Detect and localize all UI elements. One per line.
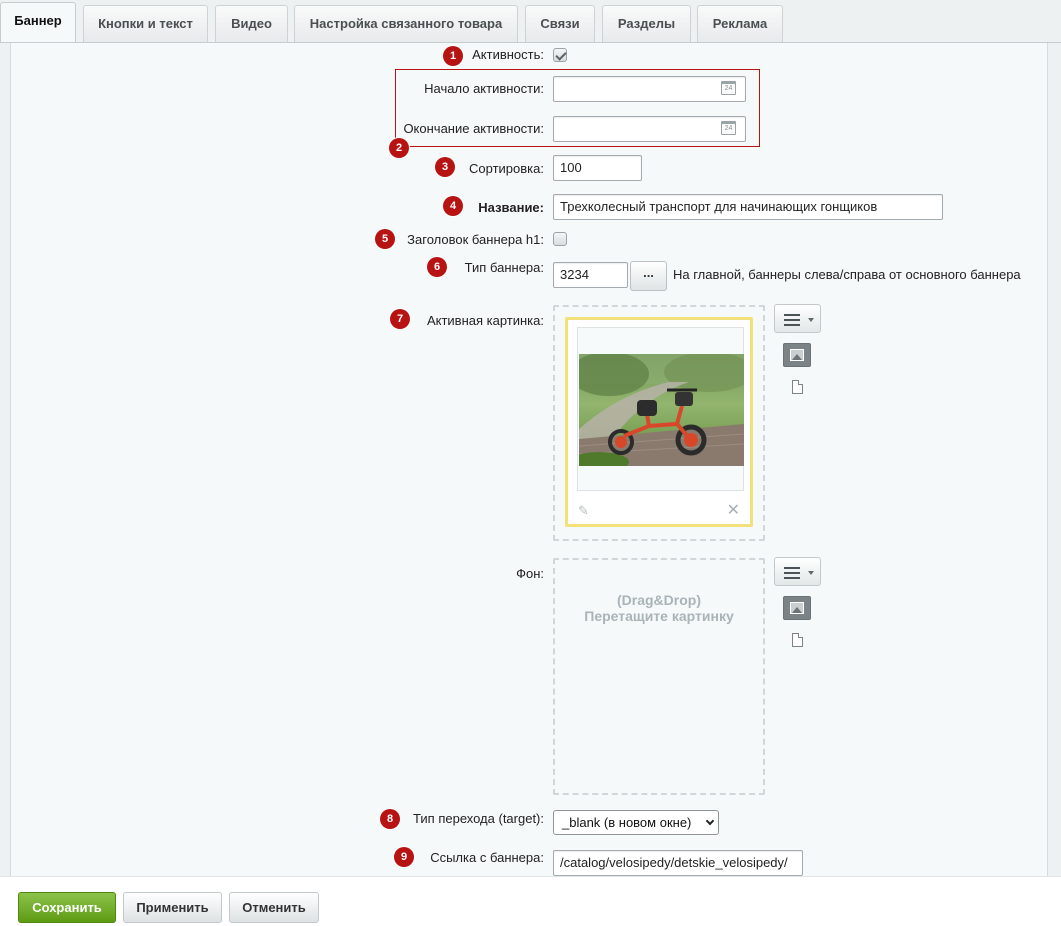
panel-left-edge (0, 43, 11, 877)
name-input[interactable]: Трехколесный транспорт для начинающих го… (553, 194, 943, 220)
file-icon[interactable] (792, 380, 803, 394)
link-input[interactable]: /catalog/velosipedy/detskie_velosipedy/ (553, 850, 803, 876)
chevron-down-icon (808, 318, 814, 322)
image-preview-frame (577, 327, 744, 491)
apply-button[interactable]: Применить (123, 892, 222, 923)
cancel-button[interactable]: Отменить (229, 892, 319, 923)
menu-icon (784, 314, 800, 329)
h1-checkbox[interactable] (553, 232, 567, 246)
end-activity-label: Окончание активности: (403, 121, 544, 136)
background-label: Фон: (516, 566, 544, 581)
name-label: Название: (478, 200, 544, 215)
sort-label: Сортировка: (469, 161, 544, 176)
menu-icon (784, 567, 800, 582)
tab-banner[interactable]: Баннер (0, 2, 76, 44)
target-select-value: _blank (в новом окне) (562, 815, 692, 830)
banner-type-select-button[interactable]: ... (630, 261, 667, 291)
dropzone-hint-line2: Перетащите картинку (584, 608, 734, 624)
active-image-label: Активная картинка: (426, 313, 544, 328)
tab-video[interactable]: Видео (215, 5, 288, 42)
badge-7: 7 (390, 309, 410, 329)
badge-9: 9 (394, 847, 414, 867)
chevron-down-icon (808, 571, 814, 575)
badge-2: 2 (389, 138, 409, 158)
banner-type-label: Тип баннера: (464, 260, 544, 275)
end-activity-input[interactable] (553, 116, 746, 142)
tab-related-product[interactable]: Настройка связанного товара (294, 5, 518, 42)
start-activity-label: Начало активности: (424, 81, 544, 96)
activity-label: Активность: (472, 47, 544, 62)
banner-type-description: На главной, баннеры слева/справа от осно… (673, 267, 1021, 282)
calendar-icon[interactable]: 24 (721, 121, 736, 135)
tab-bar: Баннер Кнопки и текст Видео Настройка св… (0, 0, 1061, 44)
image-icon[interactable] (783, 343, 811, 367)
dropzone-hint: (Drag&Drop) Перетащите картинку (555, 592, 763, 624)
tab-ads[interactable]: Реклама (697, 5, 783, 42)
footer-bar: Сохранить Применить Отменить (0, 876, 1061, 926)
h1-label: Заголовок баннера h1: (407, 232, 544, 247)
image-icon[interactable] (783, 596, 811, 620)
link-label: Ссылка с баннера: (430, 850, 544, 865)
tab-sections[interactable]: Разделы (602, 5, 691, 42)
start-activity-input[interactable] (553, 76, 746, 102)
pencil-icon[interactable]: ✎ (578, 503, 589, 519)
badge-8: 8 (380, 809, 400, 829)
tab-buttons-text[interactable]: Кнопки и текст (83, 5, 208, 42)
background-menu-button[interactable] (774, 557, 821, 586)
activity-checkbox[interactable] (553, 48, 567, 62)
tricycle-photo[interactable] (579, 354, 744, 466)
sort-input[interactable]: 100 (553, 155, 642, 181)
dropzone-hint-line1: (Drag&Drop) (617, 592, 701, 608)
badge-3: 3 (435, 157, 455, 177)
close-icon[interactable]: ✕ (727, 500, 740, 520)
banner-type-input[interactable]: 3234 (553, 262, 628, 288)
tab-links[interactable]: Связи (525, 5, 595, 42)
target-select[interactable]: _blank (в новом окне) (553, 810, 719, 835)
target-label: Тип перехода (target): (413, 811, 544, 826)
badge-6: 6 (427, 257, 447, 277)
chevron-down-icon (705, 816, 715, 826)
badge-5: 5 (375, 229, 395, 249)
file-icon[interactable] (792, 633, 803, 647)
save-button[interactable]: Сохранить (18, 892, 116, 923)
active-image-card: ✎ ✕ (565, 317, 753, 527)
badge-4: 4 (443, 196, 463, 216)
panel-scrollbar[interactable] (1047, 43, 1061, 877)
badge-1: 1 (443, 46, 463, 66)
calendar-icon[interactable]: 24 (721, 81, 736, 95)
active-image-menu-button[interactable] (774, 304, 821, 333)
